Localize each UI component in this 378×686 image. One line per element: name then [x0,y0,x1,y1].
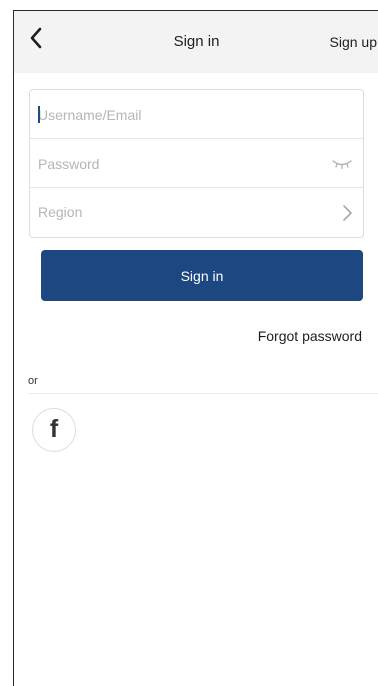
sign-up-link[interactable]: Sign up [330,34,377,50]
chevron-right-icon [343,205,352,221]
app-screen: Sign in Sign up Region Sign in Forgot pa… [13,10,378,686]
username-input[interactable] [38,90,328,139]
password-input[interactable] [38,139,328,188]
forgot-password-link[interactable]: Forgot password [258,328,362,344]
page-title: Sign in [173,33,220,50]
top-nav-bar: Sign in Sign up [14,11,378,73]
sign-in-button[interactable]: Sign in [41,250,363,301]
password-row [30,139,363,188]
region-row[interactable]: Region [30,188,363,237]
facebook-login-button[interactable]: f [32,408,76,452]
login-form: Region [29,89,364,238]
eye-closed-icon[interactable] [331,155,353,171]
text-cursor [38,106,40,123]
or-separator-label: or [28,375,38,387]
facebook-icon: f [49,415,59,443]
divider [28,393,378,394]
username-row [30,90,363,139]
region-label: Region [38,204,83,220]
